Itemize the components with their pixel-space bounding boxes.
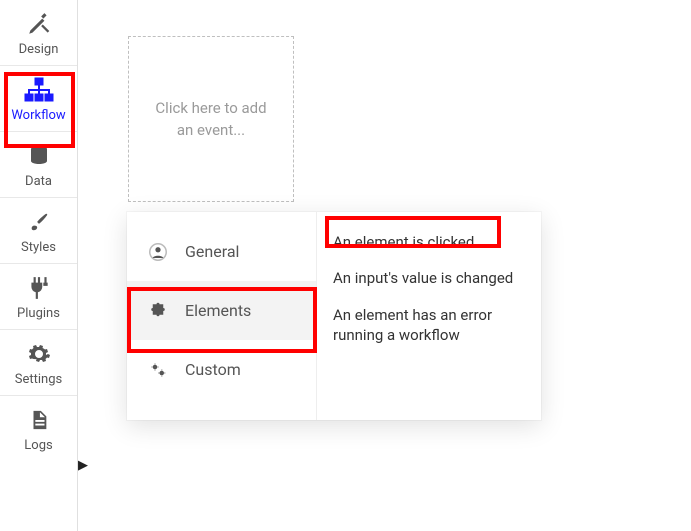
- sidebar-item-workflow[interactable]: Workflow: [0, 66, 77, 132]
- menu-category-label: Elements: [185, 301, 251, 320]
- menu-option-element-error[interactable]: An element has an error running a workfl…: [327, 297, 531, 354]
- design-icon: [26, 10, 52, 38]
- sidebar-item-label: Data: [25, 174, 52, 189]
- user-circle-icon: [149, 243, 167, 261]
- database-icon: [27, 142, 51, 170]
- menu-category-custom[interactable]: Custom: [127, 340, 316, 399]
- event-type-menu: General Elements Custom An element is cl…: [127, 212, 541, 420]
- sidebar-item-label: Design: [19, 42, 59, 57]
- sidebar: Design Workflow Data Styles Plugins: [0, 0, 78, 531]
- sidebar-item-label: Plugins: [17, 306, 60, 321]
- brush-icon: [28, 208, 50, 236]
- menu-category-general[interactable]: General: [127, 222, 316, 281]
- puzzle-icon: [149, 302, 167, 320]
- menu-option-input-changed[interactable]: An input's value is changed: [327, 260, 531, 296]
- gear-icon: [27, 340, 51, 368]
- sidebar-item-data[interactable]: Data: [0, 132, 77, 198]
- sidebar-item-settings[interactable]: Settings: [0, 330, 77, 396]
- add-event-placeholder: Click here to add an event...: [147, 97, 275, 142]
- plug-icon: [26, 274, 52, 302]
- sidebar-item-label: Workflow: [11, 108, 65, 123]
- sidebar-item-label: Logs: [24, 438, 52, 453]
- add-event-box[interactable]: Click here to add an event...: [128, 36, 294, 202]
- event-category-list: General Elements Custom: [127, 212, 317, 420]
- event-option-list: An element is clicked An input's value i…: [317, 212, 541, 420]
- sidebar-item-design[interactable]: Design: [0, 0, 77, 66]
- sidebar-item-plugins[interactable]: Plugins: [0, 264, 77, 330]
- menu-category-elements[interactable]: Elements: [127, 281, 316, 340]
- document-icon: [28, 406, 50, 434]
- gears-icon: [149, 361, 167, 379]
- sidebar-item-label: Settings: [15, 372, 62, 387]
- sidebar-item-label: Styles: [21, 240, 56, 255]
- workflow-icon: [24, 76, 54, 104]
- sidebar-expand-caret[interactable]: ▶: [78, 458, 88, 473]
- menu-category-label: Custom: [185, 360, 241, 379]
- sidebar-item-styles[interactable]: Styles: [0, 198, 77, 264]
- sidebar-item-logs[interactable]: Logs: [0, 396, 77, 461]
- menu-category-label: General: [185, 242, 239, 261]
- menu-option-element-clicked[interactable]: An element is clicked: [327, 224, 531, 260]
